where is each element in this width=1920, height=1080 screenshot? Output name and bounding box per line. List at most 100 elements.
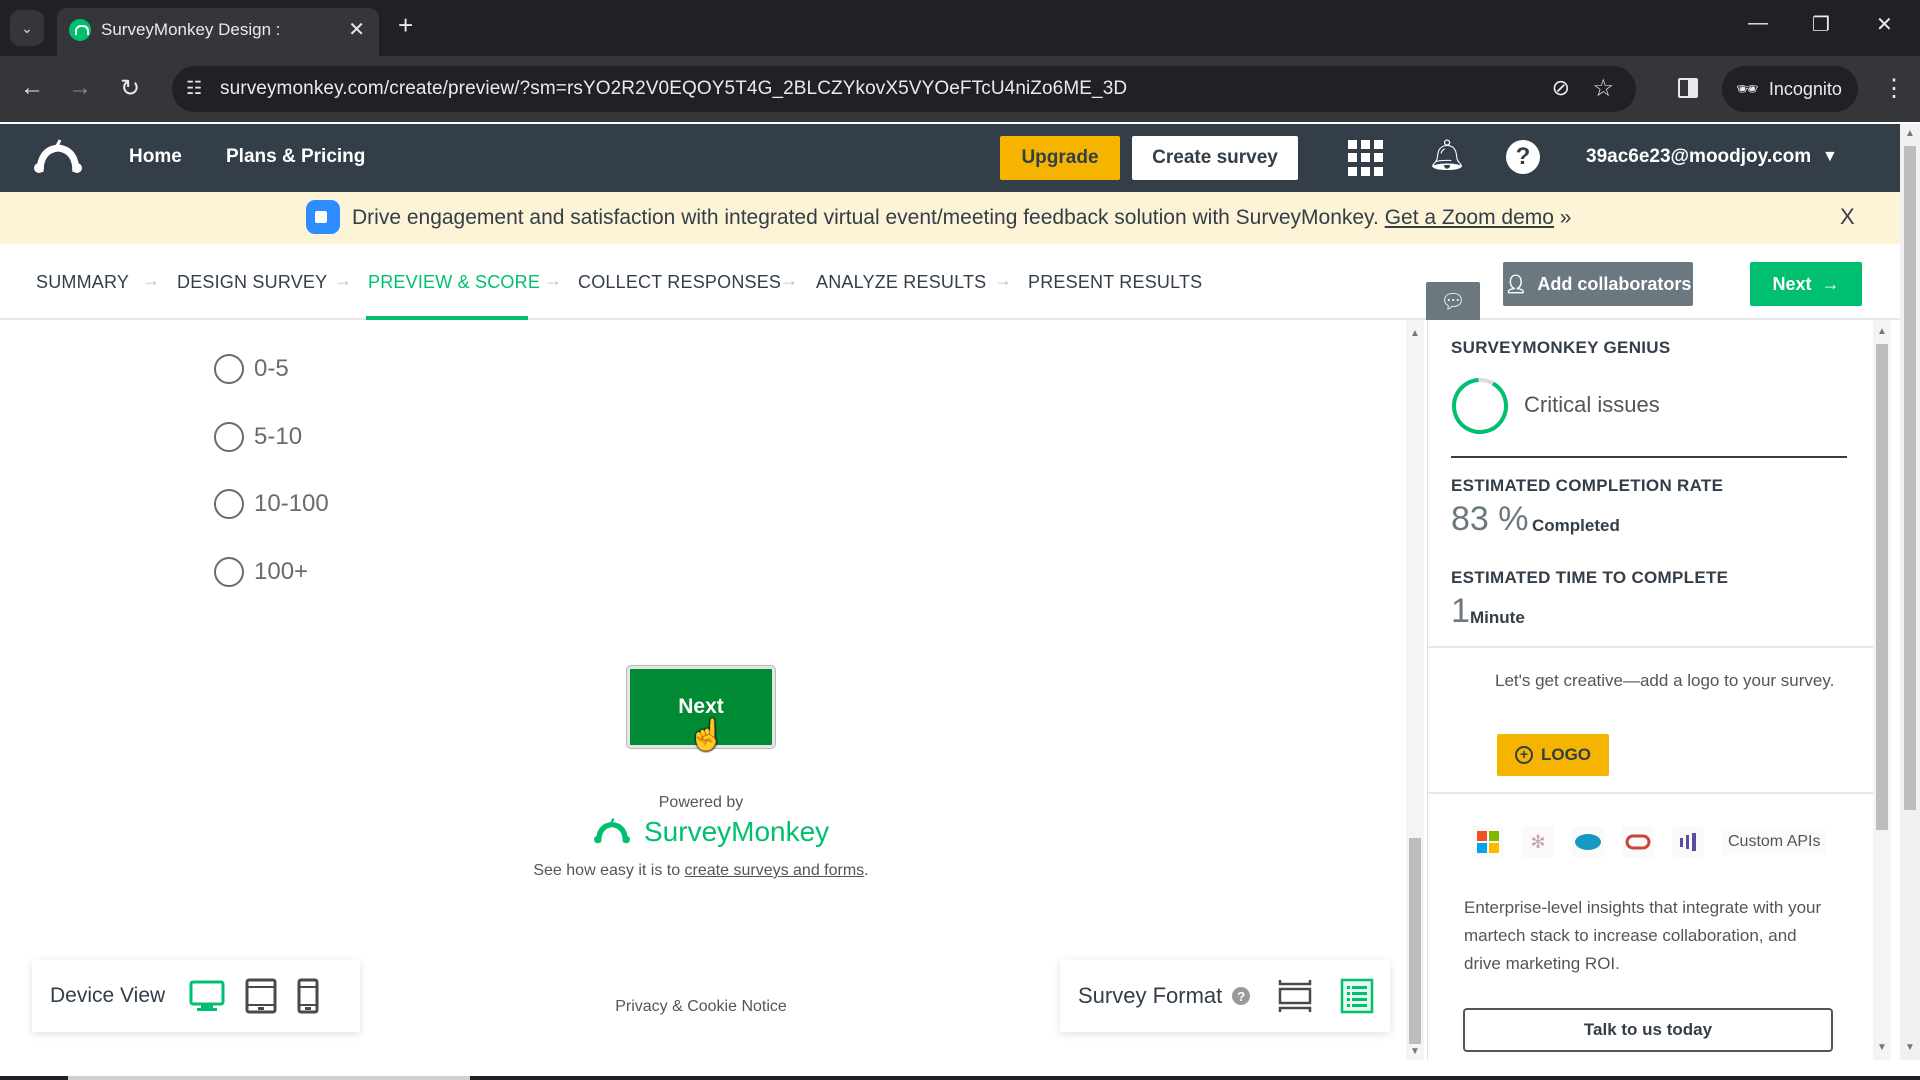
completion-rate-unit: Completed [1532, 516, 1620, 535]
banner-text: Drive engagement and satisfaction with i… [352, 206, 1571, 230]
enterprise-text: Enterprise-level insights that integrate… [1464, 898, 1822, 973]
reload-icon[interactable]: ↻ [120, 74, 140, 103]
radio-button[interactable] [214, 422, 244, 452]
surveymonkey-logo-icon[interactable] [32, 138, 84, 178]
completion-rate-value: 83 % [1451, 500, 1529, 538]
answer-option[interactable]: 5-10 [214, 422, 302, 452]
add-logo-text: Let's get creative—add a logo to your su… [1495, 671, 1835, 690]
answer-option[interactable]: 100+ [214, 557, 308, 587]
help-icon[interactable]: ? [1232, 987, 1251, 1005]
eye-off-icon[interactable]: ⊘ [1552, 75, 1570, 101]
page-scrollbar[interactable]: ▲ ▼ [1900, 124, 1920, 1060]
restore-icon[interactable]: ❐ [1812, 12, 1830, 37]
star-icon[interactable]: ☆ [1592, 74, 1614, 103]
create-surveys-link[interactable]: create surveys and forms [685, 862, 865, 879]
genius-panel-scrollbar[interactable]: ▲ ▼ [1873, 320, 1891, 1060]
arrow-right-icon: → [1821, 273, 1840, 294]
promo-banner: Drive engagement and satisfaction with i… [0, 192, 1900, 244]
see-how-prefix: See how easy it is to [533, 862, 685, 879]
back-arrow-icon[interactable]: ← [20, 74, 44, 102]
caret-down-icon[interactable]: ▼ [1822, 148, 1838, 166]
answer-option[interactable]: 10-100 [214, 489, 329, 519]
scroll-up-icon[interactable]: ▲ [1905, 128, 1915, 139]
step-collect-responses[interactable]: COLLECT RESPONSES [578, 272, 781, 293]
radio-button[interactable] [214, 489, 244, 519]
bell-icon[interactable]: 🔔︎ [1428, 138, 1466, 173]
incognito-indicator[interactable]: 🕶 Incognito [1722, 66, 1858, 112]
apps-grid-icon[interactable] [1348, 140, 1384, 176]
one-question-format-icon[interactable] [1278, 978, 1312, 1014]
comments-button[interactable]: 💬︎ [1426, 282, 1480, 320]
surveymonkey-brand[interactable]: SurveyMonkey [590, 816, 829, 848]
step-arrow-icon: → [994, 270, 1012, 290]
close-tab-icon[interactable]: ✕ [348, 17, 365, 42]
add-collaborators-button[interactable]: 👤︎ Add collaborators [1503, 262, 1693, 306]
forward-arrow-icon[interactable]: → [68, 74, 92, 102]
minimize-icon[interactable]: — [1748, 12, 1768, 35]
horizontal-scrollbar[interactable] [0, 1076, 1920, 1080]
add-logo-button[interactable]: + LOGO [1497, 734, 1609, 776]
side-panel-icon[interactable] [1678, 78, 1698, 98]
tune-icon[interactable]: ☷ [186, 78, 202, 99]
scroll-down-icon[interactable]: ▼ [1410, 1046, 1420, 1057]
scrollbar-thumb[interactable] [1904, 146, 1916, 810]
step-preview-score[interactable]: PREVIEW & SCORE [368, 272, 540, 293]
step-summary[interactable]: SUMMARY [36, 272, 129, 293]
close-window-icon[interactable]: ✕ [1876, 12, 1893, 37]
nav-plans-pricing-link[interactable]: Plans & Pricing [226, 146, 365, 168]
completion-rate-title: ESTIMATED COMPLETION RATE [1451, 476, 1724, 495]
url-text[interactable]: surveymonkey.com/create/preview/?sm=rsYO… [220, 78, 1127, 100]
tab-list-button[interactable]: ⌄ [10, 10, 44, 46]
address-bar[interactable]: ☷ surveymonkey.com/create/preview/?sm=rs… [172, 66, 1636, 112]
radio-button[interactable] [214, 354, 244, 384]
step-design-survey[interactable]: DESIGN SURVEY [177, 272, 327, 293]
scroll-up-icon[interactable]: ▲ [1410, 328, 1420, 339]
workflow-steps: SUMMARY → DESIGN SURVEY → PREVIEW & SCOR… [0, 244, 1900, 320]
step-analyze-results[interactable]: ANALYZE RESULTS [816, 272, 986, 293]
account-menu[interactable]: 39ac6e23@moodjoy.com [1586, 146, 1811, 168]
upgrade-button[interactable]: Upgrade [1000, 136, 1120, 180]
plus-circle-icon: + [1514, 746, 1533, 764]
step-arrow-icon: → [780, 270, 798, 290]
surveymonkey-favicon-icon [69, 19, 91, 41]
critical-issues-label[interactable]: Critical issues [1524, 392, 1660, 418]
help-icon[interactable]: ? [1506, 140, 1540, 174]
tableau-icon: ✻ [1522, 826, 1554, 858]
next-step-button[interactable]: Next → [1750, 262, 1862, 306]
answer-option[interactable]: 0-5 [214, 354, 289, 384]
comment-icon: 💬︎ [1440, 290, 1466, 313]
talk-to-us-button[interactable]: Talk to us today [1463, 1008, 1833, 1052]
nav-home-link[interactable]: Home [129, 146, 182, 168]
kebab-icon[interactable]: ⋮ [1882, 74, 1906, 103]
radio-button[interactable] [214, 557, 244, 587]
zoom-demo-link[interactable]: Get a Zoom demo [1385, 206, 1554, 229]
surveymonkey-logo-icon [594, 817, 630, 844]
step-present-results[interactable]: PRESENT RESULTS [1028, 272, 1202, 293]
scroll-up-icon[interactable]: ▲ [1877, 326, 1887, 337]
scroll-down-icon[interactable]: ▼ [1877, 1042, 1887, 1053]
preview-scrollbar[interactable]: ▲ ▼ [1406, 320, 1424, 1060]
divider [1451, 456, 1847, 458]
brand-name: SurveyMonkey [644, 816, 830, 847]
zoom-icon [306, 200, 340, 234]
close-banner-icon[interactable]: X [1840, 204, 1855, 230]
classic-format-icon[interactable] [1340, 978, 1374, 1014]
scrollbar-thumb[interactable] [1876, 344, 1888, 830]
genius-title: SURVEYMONKEY GENIUS [1451, 338, 1671, 357]
scroll-down-icon[interactable]: ▼ [1905, 1042, 1915, 1053]
browser-tab[interactable]: SurveyMonkey Design : ✕ [57, 8, 379, 56]
create-survey-button[interactable]: Create survey [1132, 136, 1298, 180]
new-tab-icon[interactable]: + [398, 12, 413, 38]
add-logo-card: Let's get creative—add a logo to your su… [1428, 646, 1874, 794]
powered-by-label: Powered by [658, 794, 744, 811]
banner-message: Drive engagement and satisfaction with i… [352, 206, 1379, 229]
oracle-icon [1622, 826, 1654, 858]
time-to-complete-unit: Minute [1470, 608, 1525, 627]
tab-title: SurveyMonkey Design : [101, 20, 281, 39]
scrollbar-thumb[interactable] [1409, 838, 1421, 1044]
scrollbar-thumb[interactable] [68, 1076, 470, 1080]
chevron-down-icon: ⌄ [21, 19, 33, 36]
option-label: 5-10 [254, 423, 303, 450]
salesforce-icon [1572, 826, 1604, 858]
next-label: Next [1772, 273, 1812, 294]
